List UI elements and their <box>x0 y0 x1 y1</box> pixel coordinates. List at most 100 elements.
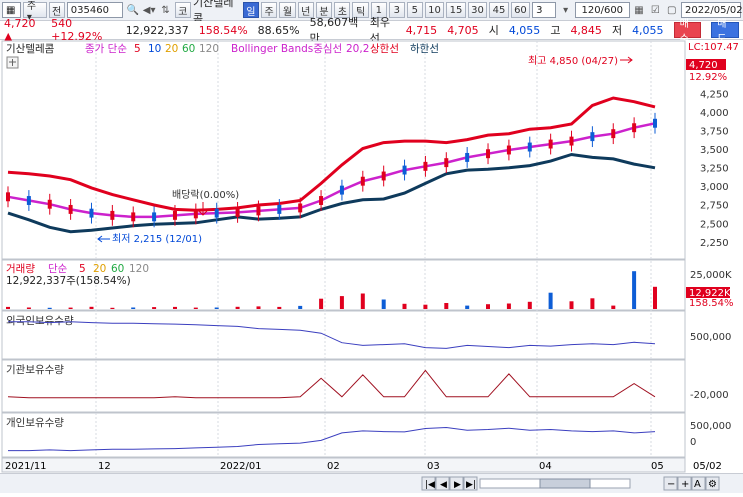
foreign-holding-panel[interactable] <box>1 310 686 360</box>
text-icon: A <box>694 479 701 490</box>
volume-legend-ma120: 120 <box>129 263 149 275</box>
candle-body <box>214 208 219 218</box>
low-value: 4,055 <box>632 23 664 37</box>
menu-dropdown[interactable]: ▦ <box>2 2 21 18</box>
volume-value: 12,922,337 <box>125 23 189 37</box>
volume-bar <box>423 304 428 309</box>
interval-45-button[interactable]: 45 <box>489 2 509 18</box>
grid-icon[interactable]: ▦ <box>632 2 646 18</box>
last-pct-tag: 12.92% <box>689 72 727 83</box>
period-week-button[interactable]: 주 <box>260 2 278 18</box>
interval-30-button[interactable]: 30 <box>467 2 488 18</box>
ko-icon[interactable]: 코 <box>174 2 192 18</box>
scroll-bar[interactable]: |◀ ◀ ▶ ▶| − + A ⚙ <box>0 473 743 493</box>
interval-select[interactable]: 3 <box>532 2 557 18</box>
market-select[interactable]: 주 ▾ <box>22 1 47 23</box>
scroll-thumb[interactable] <box>539 478 591 489</box>
price-legend-bb-lower: 하한선 <box>410 42 439 55</box>
price-legend-bb-period: 20,2 <box>346 43 369 55</box>
volume-bar <box>611 305 616 309</box>
best-ask-value: 4,715 <box>405 23 438 37</box>
period-day-button[interactable]: 일 <box>242 2 259 18</box>
zoom-in-icon: + <box>681 479 689 490</box>
best-bid-value: 4,705 <box>447 23 479 37</box>
volume-bar <box>486 304 490 309</box>
price-axis-tick: 4,250 <box>700 89 729 100</box>
chevron-down-icon[interactable]: ▾ <box>558 2 572 18</box>
speaker-icon[interactable]: ◀▾ <box>142 2 156 18</box>
buy-button[interactable]: 매수 <box>673 19 702 45</box>
candle-body <box>527 142 532 152</box>
volume-bar <box>214 307 219 309</box>
price-legend-ma120: 120 <box>199 43 219 55</box>
last-icon: ▶| <box>466 480 476 490</box>
prev-icon: ◀ <box>440 480 447 490</box>
volume-bar <box>110 307 115 309</box>
price-legend-ma5: 5 <box>134 43 141 55</box>
x-label-04: 04 <box>539 461 552 472</box>
jeon-button[interactable]: 전 <box>48 2 65 18</box>
candle-body <box>6 192 10 202</box>
volume-last-pct: 158.54% <box>689 298 734 309</box>
candle-body <box>360 176 365 186</box>
volume-bar <box>506 303 511 309</box>
count-field[interactable]: 120/600 <box>574 2 630 18</box>
x-label-right: 05/02 <box>693 461 722 472</box>
individual-axis-tick-2: 0 <box>690 437 696 448</box>
checkbox-icon[interactable]: ☑ <box>648 2 662 18</box>
volume-text: 12,922,337주(158.54%) <box>6 275 131 287</box>
candle-body <box>172 210 177 220</box>
institution-holding-panel[interactable] <box>1 359 686 413</box>
x-label-05: 05 <box>651 461 664 472</box>
x-label-12: 12 <box>98 461 111 472</box>
volume-bar <box>548 292 553 309</box>
dividend-annotation: 배당락(0.00%) <box>172 189 239 201</box>
high-label: 고 <box>550 24 561 37</box>
interval-5-button[interactable]: 5 <box>406 2 423 18</box>
price-axis-tick: 4,000 <box>700 108 729 119</box>
zoom-out-icon: − <box>667 479 675 490</box>
search-icon[interactable]: 🔍 <box>125 2 139 18</box>
volume-bar <box>131 307 136 309</box>
foreign-axis-tick: 500,000 <box>690 332 731 343</box>
stock-code-input[interactable]: 035460 <box>66 2 124 18</box>
chart-area[interactable]: 4,250 4,000 3,750 3,500 3,250 3,000 2,750 2,500… <box>0 40 743 473</box>
price-axis-tick: 3,500 <box>700 145 729 156</box>
price-legend-ma10: 10 <box>148 43 161 55</box>
candle-body <box>548 139 553 149</box>
window-icon[interactable]: ▢ <box>665 2 679 18</box>
volume-bar <box>339 296 344 309</box>
individual-holding-panel[interactable] <box>1 412 686 458</box>
candle-body <box>152 212 157 222</box>
lc-label: LC:107.47 <box>688 42 739 53</box>
volume-bar <box>527 301 532 309</box>
candle-body <box>381 171 386 181</box>
price-panel[interactable] <box>1 40 686 260</box>
foreign-panel-title: 외국인보유수량 <box>6 315 74 327</box>
price-axis-tick: 3,250 <box>700 164 729 175</box>
candle-body <box>632 123 637 133</box>
next-icon: ▶ <box>454 480 461 490</box>
interval-10-button[interactable]: 10 <box>424 2 445 18</box>
candle-body <box>402 165 407 175</box>
candle-body <box>569 136 574 146</box>
volume-bar <box>444 303 449 309</box>
count-value: 120 <box>581 4 601 16</box>
candle-body <box>506 145 511 155</box>
x-label-02: 02 <box>327 461 340 472</box>
interval-60-button[interactable]: 60 <box>510 2 531 18</box>
candle-body <box>277 204 282 214</box>
volume-legend-ma60: 60 <box>111 263 124 275</box>
interval-15-button[interactable]: 15 <box>446 2 466 18</box>
gear-icon: ⚙ <box>708 479 717 490</box>
sell-button[interactable]: 매도 <box>711 19 739 45</box>
candle-body <box>444 158 449 168</box>
open-value: 4,055 <box>508 23 541 37</box>
volume-legend-name: 거래량 <box>6 263 35 275</box>
volume-legend-ma5: 5 <box>79 263 86 275</box>
individual-panel-title: 개인보유수량 <box>6 417 64 429</box>
period-month-button[interactable]: 월 <box>279 2 296 18</box>
price-legend-ma60: 60 <box>182 43 195 55</box>
candle-body <box>256 206 261 216</box>
prev-next-icon[interactable]: ⇅ <box>158 2 172 18</box>
